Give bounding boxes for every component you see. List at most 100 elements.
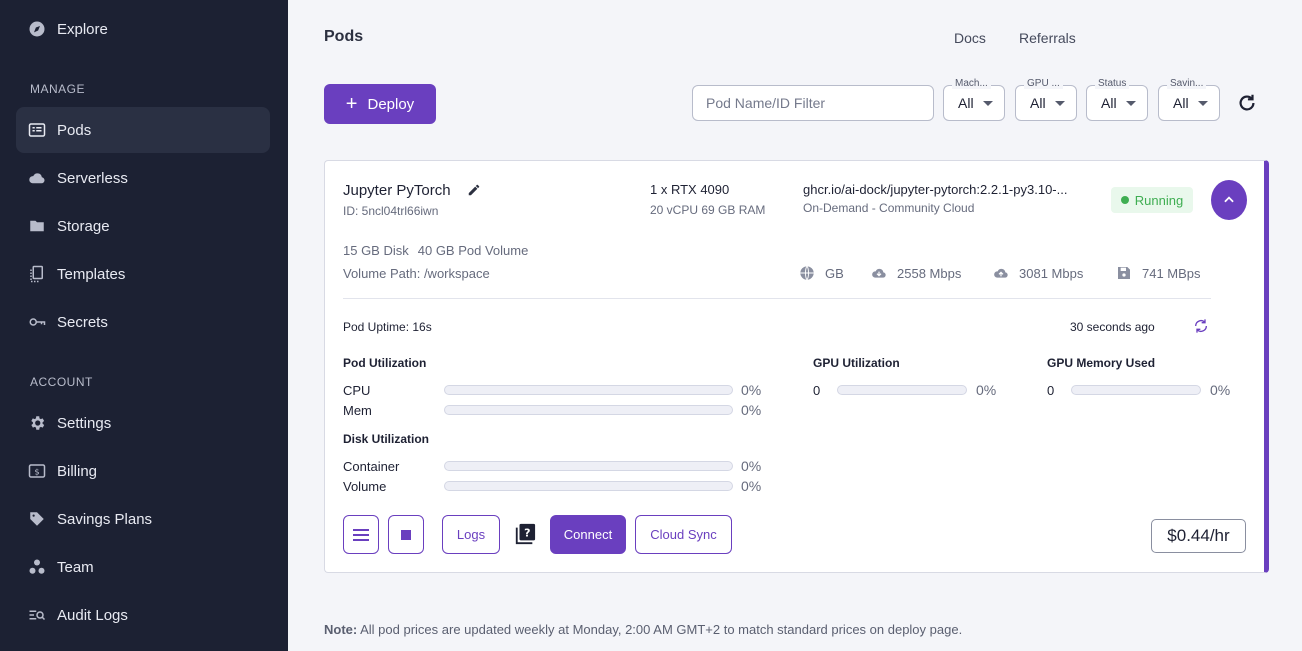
- sidebar-item-explore[interactable]: Explore: [16, 6, 270, 52]
- page-title: Pods: [324, 28, 364, 45]
- cpu-percent: 0%: [741, 382, 762, 398]
- docs-link[interactable]: Docs: [954, 30, 986, 46]
- compass-icon: [28, 20, 46, 38]
- disk-speed-value: 741 MBps: [1142, 265, 1201, 281]
- sidebar-item-billing[interactable]: $ Billing: [16, 448, 270, 494]
- sidebar-item-secrets[interactable]: Secrets: [16, 299, 270, 345]
- menu-button[interactable]: [343, 515, 379, 554]
- referrals-link[interactable]: Referrals: [1019, 30, 1076, 46]
- select-label: Status: [1095, 78, 1130, 89]
- cloud-sync-button[interactable]: Cloud Sync: [635, 515, 732, 554]
- cloud-type: On-Demand - Community Cloud: [803, 201, 975, 215]
- cpu-bar: [444, 385, 733, 395]
- upload-speed: 3081 Mbps: [993, 265, 1083, 281]
- machine-select[interactable]: Mach... All: [943, 78, 1005, 121]
- upload-value: 3081 Mbps: [1019, 265, 1084, 281]
- pod-name: Jupyter PyTorch: [343, 182, 451, 199]
- gear-icon: [28, 414, 46, 432]
- sidebar-item-settings[interactable]: Settings: [16, 400, 270, 446]
- image-name: ghcr.io/ai-dock/jupyter-pytorch:2.2.1-py…: [803, 182, 1068, 197]
- network-gb: GB: [799, 265, 844, 281]
- disk-info: 15 GB Disk 40 GB Pod Volume: [343, 243, 537, 258]
- price-per-hour: $0.44/hr: [1151, 519, 1246, 553]
- globe-icon: [800, 266, 814, 280]
- sidebar-item-label: Secrets: [57, 313, 108, 331]
- disk-speed: 741 MBps: [1116, 265, 1201, 281]
- volume-label: Volume: [343, 479, 387, 494]
- sidebar-item-pods[interactable]: Pods: [16, 107, 270, 153]
- logs-button[interactable]: Logs: [442, 515, 500, 554]
- gpu-index: 0: [813, 383, 821, 398]
- status-badge: Running: [1111, 187, 1193, 213]
- sidebar-item-label: Team: [57, 558, 94, 576]
- price-note: Note: All pod prices are updated weekly …: [324, 622, 962, 637]
- sidebar-item-serverless[interactable]: Serverless: [16, 155, 270, 201]
- tag-icon: [28, 510, 46, 528]
- gpu-bar: [837, 385, 967, 395]
- savings-select[interactable]: Savin... All: [1158, 78, 1220, 121]
- container-label: Container: [343, 459, 400, 474]
- gpu-utilization-title: GPU Utilization: [813, 356, 900, 370]
- pencil-icon[interactable]: [467, 183, 481, 197]
- deploy-button[interactable]: + Deploy: [324, 84, 436, 124]
- section-header-manage: MANAGE: [30, 82, 86, 96]
- connect-button[interactable]: Connect: [550, 515, 626, 554]
- chevron-down-icon: [1055, 101, 1065, 106]
- stop-icon: [401, 529, 411, 540]
- cpu-label: CPU: [343, 383, 371, 398]
- status-text: Running: [1134, 192, 1184, 208]
- help-book-icon[interactable]: ?: [514, 523, 536, 545]
- template-icon: [28, 265, 46, 283]
- gpu-memory-percent: 0%: [1210, 382, 1231, 398]
- gpu-select[interactable]: GPU ... All: [1015, 78, 1077, 121]
- sidebar-item-label: Settings: [57, 414, 112, 432]
- sidebar-item-label: Explore: [57, 20, 108, 38]
- chevron-up-icon: [1224, 196, 1234, 203]
- stop-button[interactable]: [388, 515, 424, 554]
- container-percent: 0%: [741, 458, 762, 474]
- team-icon: [28, 558, 46, 576]
- disk-utilization-title: Disk Utilization: [343, 432, 430, 446]
- sidebar-item-team[interactable]: Team: [16, 544, 270, 590]
- key-icon: [28, 313, 46, 331]
- select-label: Mach...: [952, 78, 991, 89]
- chevron-down-icon: [1126, 101, 1136, 106]
- select-value: All: [958, 95, 974, 111]
- sidebar-item-audit-logs[interactable]: Audit Logs: [16, 592, 270, 638]
- container-bar: [444, 461, 733, 471]
- refresh-icon[interactable]: [1236, 92, 1258, 114]
- download-speed: 2558 Mbps: [871, 265, 961, 281]
- pod-utilization-title: Pod Utilization: [343, 356, 427, 370]
- deploy-button-label: Deploy: [367, 95, 415, 113]
- sync-icon[interactable]: [1193, 318, 1209, 334]
- cloud-download-icon: [872, 268, 886, 278]
- volume-percent: 0%: [741, 478, 762, 494]
- mem-percent: 0%: [741, 402, 762, 418]
- sidebar-item-label: Storage: [57, 217, 110, 235]
- main-content: Pods Docs Referrals + Deploy Mach... All…: [288, 0, 1302, 651]
- sidebar-item-storage[interactable]: Storage: [16, 203, 270, 249]
- sidebar-item-label: Pods: [57, 121, 92, 139]
- section-header-account: ACCOUNT: [30, 375, 93, 389]
- divider: [343, 298, 1211, 299]
- chevron-down-icon: [1198, 101, 1208, 106]
- sidebar-item-label: Savings Plans: [57, 510, 153, 528]
- network-gb-value: GB: [825, 265, 844, 281]
- svg-text:$: $: [34, 466, 39, 476]
- sidebar-item-label: Serverless: [57, 169, 128, 187]
- status-select[interactable]: Status All: [1086, 78, 1148, 121]
- sidebar-item-templates[interactable]: Templates: [16, 251, 270, 297]
- container-disk: 15 GB Disk: [343, 243, 409, 258]
- select-label: GPU ...: [1024, 78, 1063, 89]
- select-value: All: [1173, 95, 1189, 111]
- plus-icon: +: [345, 93, 358, 115]
- gpu-type: 1 x RTX 4090: [650, 182, 730, 197]
- gpu-memory-title: GPU Memory Used: [1047, 356, 1156, 370]
- gpu-percent: 0%: [976, 382, 997, 398]
- pod-card: Jupyter PyTorch ID: 5ncl04trl66iwn 1 x R…: [324, 160, 1269, 573]
- pod-filter-input[interactable]: [692, 85, 934, 121]
- last-updated: 30 seconds ago: [1070, 320, 1155, 334]
- mem-bar: [444, 405, 733, 415]
- sidebar-item-savings-plans[interactable]: Savings Plans: [16, 496, 270, 542]
- collapse-button[interactable]: [1211, 180, 1247, 220]
